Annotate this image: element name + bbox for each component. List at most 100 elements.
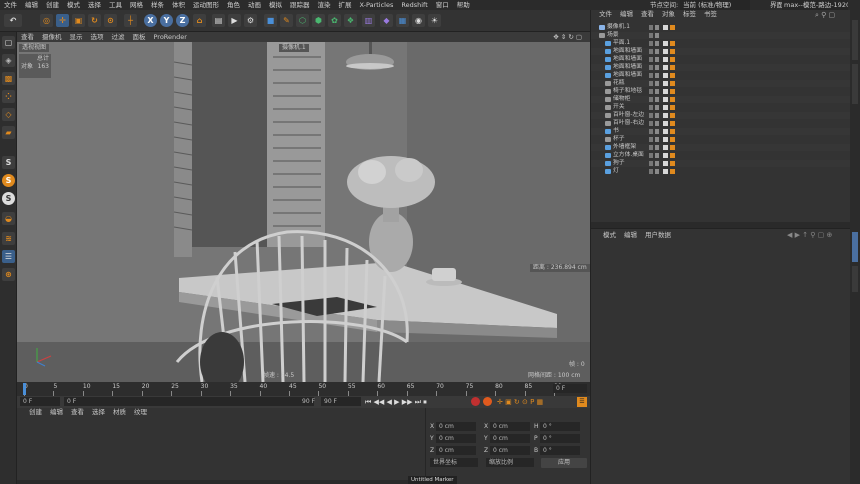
material-tag-icon[interactable] [663,161,668,166]
coord-value-field[interactable]: 0 ° [540,434,580,443]
object-menu-item[interactable]: 书签 [700,10,721,19]
enable-check-icon[interactable] [655,49,659,54]
enable-check-icon[interactable] [655,153,659,158]
layout-select[interactable]: max--模范-路边-1920 (用户) [782,0,848,10]
viewport-menu-item[interactable]: 摄像机 [38,32,66,42]
cloner-icon[interactable]: ✿ [328,14,341,27]
enable-axis-icon[interactable]: S [2,156,15,169]
material-tag-icon[interactable] [663,121,668,126]
enable-check-icon[interactable] [655,169,659,174]
render-picture-viewer-icon[interactable]: ▶ [228,14,241,27]
floor-grid-icon[interactable]: ▦ [396,14,409,27]
visibility-dots-icon[interactable] [649,129,653,134]
deformer-icon[interactable]: ▥ [362,14,375,27]
locked-workplane-icon[interactable]: ≋ [2,232,15,245]
texture-tag-icon[interactable] [670,121,675,126]
menu-item[interactable]: 动画 [244,0,265,10]
object-row[interactable]: 平面.1 [591,40,851,48]
coord-value-field[interactable]: 0 ° [540,446,580,455]
object-row[interactable]: 地面和墙面 [591,72,851,80]
material-tag-icon[interactable] [663,57,668,62]
coord-value-field[interactable]: 0 cm [490,422,530,431]
visibility-dots-icon[interactable] [649,153,653,158]
start-frame-field[interactable]: 0 F [20,397,60,406]
menu-item[interactable]: 帮助 [453,0,474,10]
material-tag-icon[interactable] [663,145,668,150]
material-tag-icon[interactable] [663,49,668,54]
object-row[interactable]: 地面和墙面 [591,56,851,64]
visibility-dots-icon[interactable] [649,161,653,166]
material-tag-icon[interactable] [663,65,668,70]
menu-item[interactable]: 选择 [84,0,105,10]
material-tag-icon[interactable] [663,113,668,118]
coord-value-field[interactable]: 0 cm [490,434,530,443]
visibility-dots-icon[interactable] [649,81,653,86]
texture-tag-icon[interactable] [670,113,675,118]
object-menu-item[interactable]: 对象 [658,10,679,19]
field-icon[interactable]: ◆ [380,14,393,27]
render-view-icon[interactable]: ▤ [212,14,225,27]
viewport-menu-item[interactable]: 显示 [66,32,87,42]
side-tab-layers[interactable] [852,266,858,292]
texture-tag-icon[interactable] [670,153,675,158]
viewport-menu-item[interactable]: 选项 [87,32,108,42]
attribute-menu-item[interactable]: 用户数据 [641,231,675,240]
visibility-dots-icon[interactable] [649,49,653,54]
cube-primitive-icon[interactable]: ■ [264,14,277,27]
menu-item[interactable]: X-Particles [356,0,398,10]
light-icon[interactable]: ☀ [428,14,441,27]
enable-check-icon[interactable] [655,121,659,126]
enable-check-icon[interactable] [655,145,659,150]
menu-item[interactable]: 文件 [0,0,21,10]
material-tag-icon[interactable] [663,97,668,102]
object-row[interactable]: 狗子 [591,160,851,168]
pen-spline-icon[interactable]: ✎ [280,14,293,27]
enable-check-icon[interactable] [655,161,659,166]
menu-item[interactable]: Redshift [397,0,431,10]
scale-tool-icon[interactable]: ▣ [72,14,85,27]
texture-tag-icon[interactable] [670,161,675,166]
texture-tag-icon[interactable] [670,169,675,174]
mograph-effector-icon[interactable]: ❖ [344,14,357,27]
object-menu-item[interactable]: 查看 [637,10,658,19]
menu-item[interactable]: 工具 [105,0,126,10]
material-menu-item[interactable]: 查看 [67,408,88,417]
visibility-dots-icon[interactable] [649,137,653,142]
live-select-icon[interactable]: ◎ [40,14,53,27]
enable-check-icon[interactable] [655,65,659,70]
material-menu-item[interactable]: 材质 [109,408,130,417]
texture-mode-icon[interactable]: ▩ [2,72,15,85]
viewport-menu-item[interactable]: 过滤 [108,32,129,42]
snap-settings-icon[interactable]: S [2,192,15,205]
menu-item[interactable]: 编辑 [21,0,42,10]
texture-tag-icon[interactable] [670,25,675,30]
recent-tool-icon[interactable]: ⊙ [104,14,117,27]
object-row[interactable]: 储物柜 [591,96,851,104]
material-tag-icon[interactable] [663,25,668,30]
playback-controls[interactable]: ⏮ ◀◀ ◀ ▶ ▶▶ ⏭ ⏹ [365,397,427,407]
coord-value-field[interactable]: 0 cm [436,434,476,443]
enable-check-icon[interactable] [655,81,659,86]
coord-scale-select[interactable]: 缩放比例 [486,458,534,467]
visibility-dots-icon[interactable] [649,169,653,174]
menu-item[interactable]: 运动图形 [189,0,223,10]
enable-check-icon[interactable] [655,89,659,94]
coord-mode-select[interactable]: 世界坐标 [430,458,478,467]
preview-range-field[interactable]: 0 F [64,397,314,406]
side-tab-content-browser[interactable] [852,64,858,104]
enable-check-icon[interactable] [655,113,659,118]
texture-tag-icon[interactable] [670,129,675,134]
visibility-dots-icon[interactable] [649,57,653,62]
material-tag-icon[interactable] [663,169,668,174]
enable-check-icon[interactable] [655,33,659,38]
coord-value-field[interactable]: 0 cm [490,446,530,455]
material-tag-icon[interactable] [663,81,668,86]
texture-tag-icon[interactable] [670,57,675,62]
max-frame-field[interactable]: 90 F [321,397,361,406]
object-row[interactable]: 立方体.桌面 [591,152,851,160]
menu-item[interactable]: 渲染 [314,0,335,10]
menu-item[interactable]: 样条 [147,0,168,10]
object-menu-item[interactable]: 编辑 [616,10,637,19]
material-tag-icon[interactable] [663,73,668,78]
enable-check-icon[interactable] [655,25,659,30]
